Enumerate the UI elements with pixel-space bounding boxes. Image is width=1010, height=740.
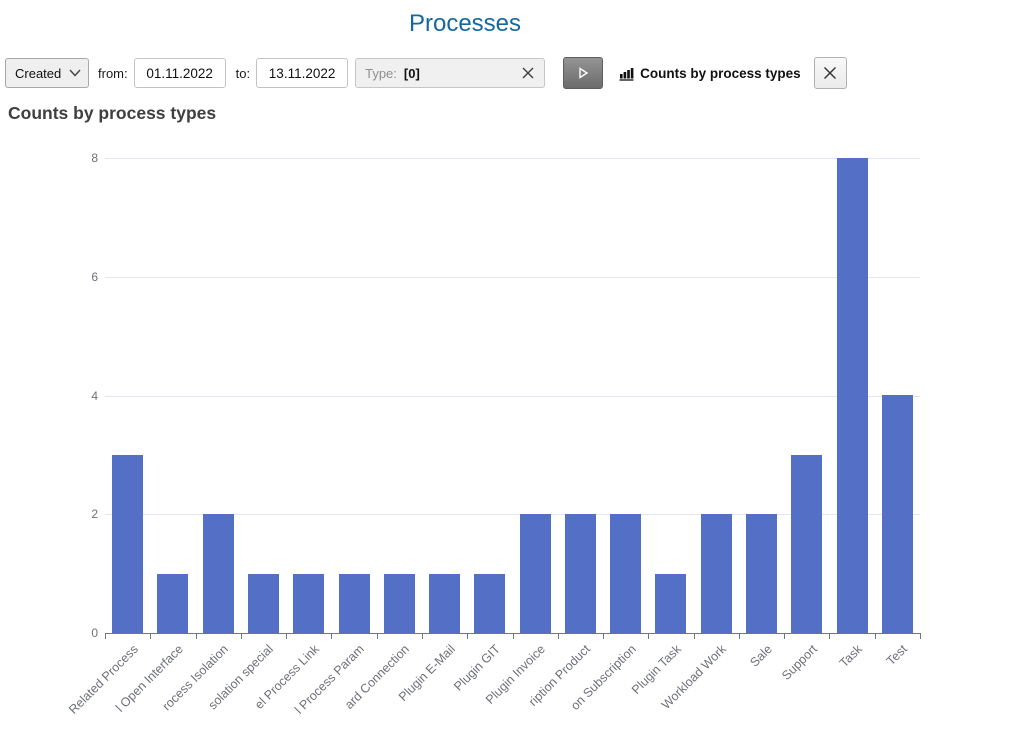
processes-page: Processes Created from: to: Type: [0]	[0, 0, 1010, 740]
x-axis-tick	[829, 634, 830, 639]
x-axis-category-label: Task	[837, 642, 865, 670]
y-axis-tick-label: 2	[64, 507, 98, 521]
x-axis-tick	[784, 634, 785, 639]
bar[interactable]	[746, 514, 777, 633]
gridline	[105, 277, 920, 278]
y-axis-tick-label: 6	[64, 270, 98, 284]
x-axis-tick	[241, 634, 242, 639]
bar[interactable]	[112, 455, 143, 633]
x-axis-tick	[558, 634, 559, 639]
bar[interactable]	[248, 574, 279, 633]
x-axis-tick	[648, 634, 649, 639]
bar[interactable]	[157, 574, 188, 633]
bar[interactable]	[701, 514, 732, 633]
x-axis-category-label: Support	[779, 642, 820, 683]
x-axis-category-label: Test	[884, 642, 910, 668]
bar[interactable]	[474, 574, 505, 633]
bar[interactable]	[203, 514, 234, 633]
x-axis-tick	[467, 634, 468, 639]
x-axis-tick	[105, 634, 106, 639]
y-axis-tick-label: 0	[64, 626, 98, 640]
y-axis-tick-label: 4	[64, 389, 98, 403]
x-axis-tick	[331, 634, 332, 639]
x-axis-tick	[694, 634, 695, 639]
x-axis-tick	[377, 634, 378, 639]
x-axis-tick	[875, 634, 876, 639]
bar[interactable]	[293, 574, 324, 633]
x-axis-tick	[739, 634, 740, 639]
bar[interactable]	[384, 574, 415, 633]
bar[interactable]	[791, 455, 822, 633]
bar[interactable]	[837, 158, 868, 633]
x-axis-tick	[422, 634, 423, 639]
bar[interactable]	[520, 514, 551, 633]
y-axis-tick-label: 8	[64, 151, 98, 165]
x-axis-tick	[150, 634, 151, 639]
bar[interactable]	[610, 514, 641, 633]
bar-chart: 02468Related Processl Open Interfaceroce…	[0, 0, 1010, 740]
bar[interactable]	[565, 514, 596, 633]
bar[interactable]	[882, 395, 913, 633]
bar[interactable]	[429, 574, 460, 633]
gridline	[105, 396, 920, 397]
x-axis-category-label: Sale	[747, 642, 775, 670]
bar[interactable]	[339, 574, 370, 633]
gridline	[105, 158, 920, 159]
x-axis-tick	[603, 634, 604, 639]
x-axis-tick	[920, 634, 921, 639]
x-axis-tick	[196, 634, 197, 639]
x-axis-tick	[513, 634, 514, 639]
x-axis-tick	[286, 634, 287, 639]
bar[interactable]	[655, 574, 686, 633]
